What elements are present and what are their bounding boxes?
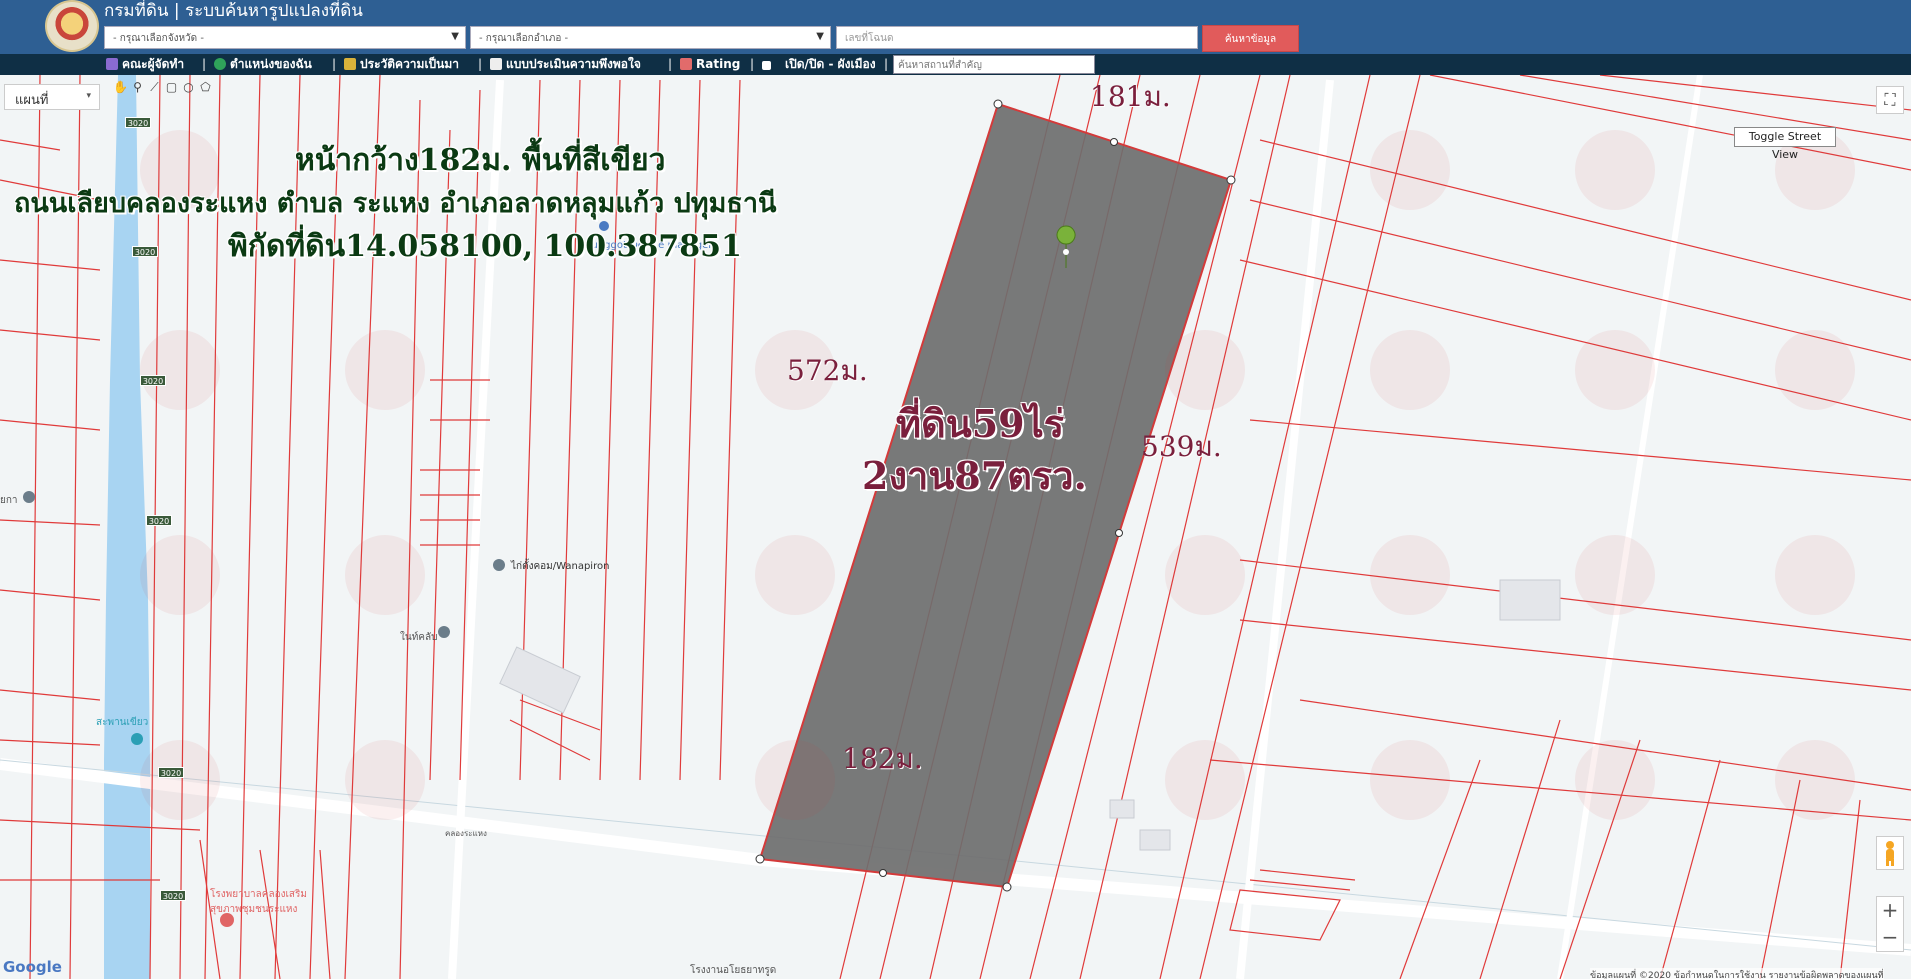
search-button[interactable]: ค้นหาข้อมูล	[1202, 25, 1299, 52]
map-type-select[interactable]: แผนที่ ▾	[4, 84, 100, 110]
road-shield: 3020	[132, 246, 158, 257]
toolbar-item-history[interactable]: ประวัติความเป็นมา	[344, 56, 459, 73]
app-title: กรมที่ดิน | ระบบค้นหารูปแปลงที่ดิน	[104, 1, 363, 21]
toolbar-separator: |	[750, 57, 755, 71]
road-shield: 3020	[125, 117, 151, 128]
map-label: สะพานเขียว	[96, 717, 149, 728]
toolbar-item-label: Rating	[696, 57, 741, 71]
map-label: โรงพยาบาลคลองเสริม สุขภาพชุมชนระแหง	[210, 889, 307, 915]
toolbar-item-rating[interactable]: Rating	[680, 56, 740, 73]
toolbar-item-label: ประวัติความเป็นมา	[360, 57, 460, 71]
dimension-left: 572ม.	[787, 354, 868, 387]
map-attribution[interactable]: ข้อมูลแผนที่ ©2020 ข้อกำหนดในการใช้งาน ร…	[1590, 968, 1884, 979]
toolbar-item-label: เปิด/ปิด - ผังเมือง	[785, 57, 876, 71]
circle-icon[interactable]: ○	[180, 80, 197, 94]
toolbar-separator: |	[202, 57, 207, 71]
fullscreen-icon[interactable]: ⛶	[1876, 86, 1904, 114]
map-label: โรงงานอโยธยาทรูด	[690, 965, 777, 976]
land-department-logo	[45, 0, 99, 52]
pegman-svg	[1886, 841, 1894, 866]
toolbar-item-city-plan[interactable]: เปิด/ปิด - ผังเมือง	[762, 56, 876, 73]
history-icon	[344, 58, 356, 70]
overlay-address: ถนนเลียบคลองระแหง ตำบล ระแหง อำเภอลาดหลุ…	[14, 188, 777, 219]
chevron-down-icon: ▾	[86, 91, 91, 101]
drawing-tools: ✋ ⚲ ⟋ ▢ ○ ⬠	[112, 80, 228, 98]
dimension-bottom: 182ม.	[842, 742, 923, 775]
toolbar-item-label: ตำแหน่งของฉัน	[230, 57, 312, 71]
area-label-ngan-wa: 2งาน87ตรว.	[862, 453, 1087, 498]
poi-pin-icon[interactable]	[493, 559, 505, 571]
toolbar-item-my-location[interactable]: ตำแหน่งของฉัน	[214, 56, 312, 73]
toolbar-separator: |	[884, 57, 889, 71]
zoom-in-icon[interactable]: +	[1877, 897, 1903, 924]
toolbar-item-team[interactable]: คณะผู้จัดทำ	[106, 56, 184, 73]
overlay-coordinates: พิกัดที่ดิน14.058100, 100.387851	[228, 229, 742, 264]
province-select-value: - กรุณาเลือกจังหวัด -	[113, 33, 204, 44]
polyline-icon[interactable]: ⟋	[146, 80, 163, 95]
dimension-top: 181ม.	[1090, 80, 1171, 113]
map-type-value: แผนที่	[15, 93, 49, 108]
district-select-value: - กรุณาเลือกอำเภอ -	[479, 33, 569, 44]
toggle-street-view-button[interactable]: Toggle Street View	[1734, 127, 1836, 161]
toolbar-separator: |	[668, 57, 673, 71]
road-shield: 3020	[160, 890, 186, 901]
overlay-headline: หน้ากว้าง182ม. พื้นที่สีเขียว	[295, 143, 666, 178]
deed-number-input[interactable]: เลขที่โฉนด	[836, 26, 1198, 49]
map-label: คลองระแหง	[445, 829, 487, 838]
road-shield: 3020	[140, 375, 166, 386]
road-shield: 3020	[146, 515, 172, 526]
poi-pin-icon[interactable]	[131, 733, 143, 745]
toolbar-item-survey[interactable]: แบบประเมินความพึงพอใจ	[490, 56, 641, 73]
zoom-out-icon[interactable]: −	[1877, 924, 1903, 951]
deed-number-placeholder: เลขที่โฉนด	[845, 33, 894, 44]
dimension-right: 539ม.	[1141, 430, 1222, 463]
header: กรมที่ดิน | ระบบค้นหารูปแปลงที่ดิน - กรุ…	[0, 0, 1911, 54]
province-select[interactable]: - กรุณาเลือกจังหวัด - ▼	[104, 26, 466, 49]
polygon-icon[interactable]: ⬠	[197, 80, 214, 94]
pegman-icon[interactable]	[1876, 836, 1904, 870]
hand-icon[interactable]: ✋	[112, 80, 129, 94]
chart-icon	[680, 58, 692, 70]
map-label: ยกา	[0, 495, 18, 506]
toolbar-item-label: คณะผู้จัดทำ	[122, 57, 185, 71]
poi-pin-icon[interactable]	[438, 626, 450, 638]
landmark-search-input[interactable]: ค้นหาสถานที่สำคัญ	[893, 55, 1095, 74]
team-icon	[106, 58, 118, 70]
globe-icon	[214, 58, 226, 70]
google-logo: Google	[3, 958, 62, 976]
chevron-down-icon: ▼	[816, 31, 824, 42]
landmark-search-placeholder: ค้นหาสถานที่สำคัญ	[898, 60, 982, 71]
marker-icon[interactable]: ⚲	[129, 80, 146, 94]
document-icon	[490, 58, 502, 70]
district-select[interactable]: - กรุณาเลือกอำเภอ - ▼	[470, 26, 831, 49]
zoom-control: + −	[1876, 896, 1904, 952]
map-label: ไก่ตั้งคอม/Wanapiron	[511, 561, 610, 572]
poi-pin-icon[interactable]	[23, 491, 35, 503]
checkbox-icon[interactable]	[762, 61, 771, 70]
map-canvas[interactable]: 3020 3020 3020 3020 3020 3020 ยกา Runggo…	[0, 75, 1911, 979]
app: กรมที่ดิน | ระบบค้นหารูปแปลงที่ดิน - กรุ…	[0, 0, 1911, 979]
road-shield: 3020	[158, 767, 184, 778]
toolbar-item-label: แบบประเมินความพึงพอใจ	[506, 57, 641, 71]
chevron-down-icon: ▼	[451, 31, 459, 42]
map-label: ในท์คลับ	[400, 632, 438, 643]
rectangle-icon[interactable]: ▢	[163, 80, 180, 94]
toolbar-separator: |	[332, 57, 337, 71]
toolbar-separator: |	[478, 57, 483, 71]
